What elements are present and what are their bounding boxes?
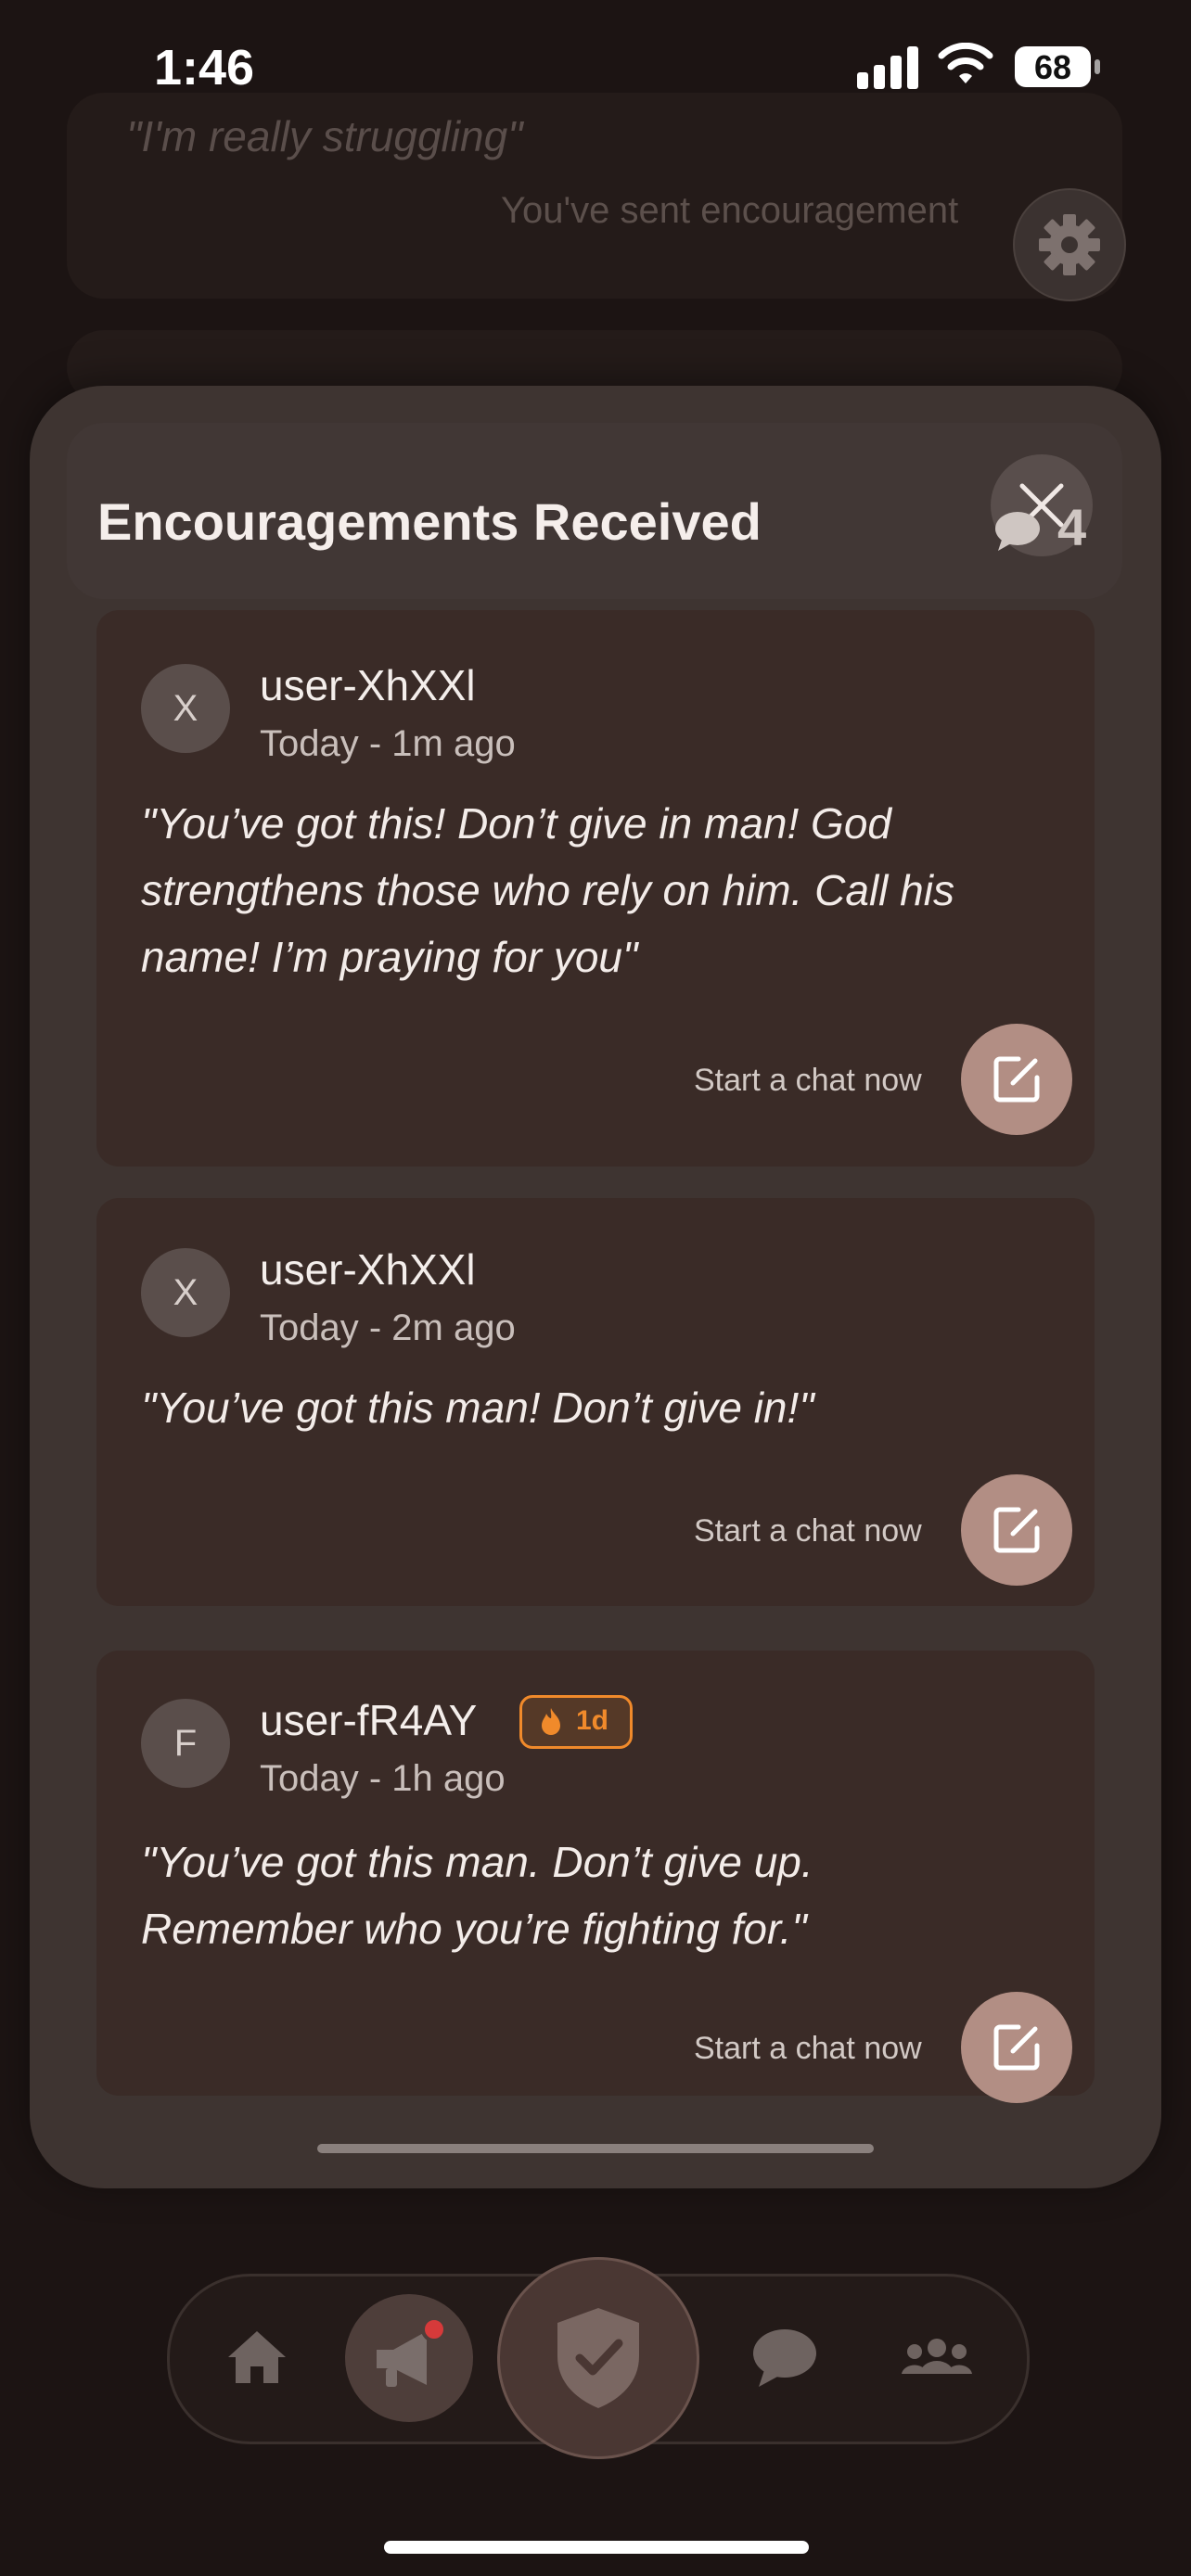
avatar: F	[141, 1699, 230, 1788]
timestamp: Today - 1m ago	[260, 723, 516, 764]
username: user-XhXXl	[260, 1245, 476, 1294]
start-chat-label[interactable]: Start a chat now	[694, 1513, 922, 1549]
sheet-scroll-indicator[interactable]	[317, 2144, 874, 2153]
streak-badge: 1d	[519, 1695, 633, 1749]
tab-home[interactable]	[215, 2320, 299, 2394]
background-sent-label: You've sent encouragement	[501, 190, 959, 231]
start-chat-button[interactable]	[961, 1474, 1072, 1586]
timestamp: Today - 1h ago	[260, 1758, 506, 1799]
username: user-XhXXl	[260, 661, 476, 709]
home-icon	[228, 2331, 286, 2383]
encouragement-message: "You’ve got this man. Don’t give up. Rem…	[141, 1838, 813, 1953]
tab-community[interactable]	[892, 2320, 981, 2394]
username: user-fR4AY	[260, 1696, 478, 1744]
chat-bubble-icon	[995, 512, 1040, 551]
battery-tip	[1095, 59, 1100, 74]
signal-icon	[857, 45, 920, 89]
background-post-quote: "I'm really struggling"	[126, 112, 523, 160]
megaphone-icon	[377, 2316, 447, 2387]
settings-button[interactable]	[1013, 188, 1126, 301]
streak-badge-label: 1d	[576, 1705, 609, 1736]
start-chat-button[interactable]	[961, 1024, 1072, 1135]
group-icon	[902, 2339, 972, 2374]
chat-bubble-icon	[753, 2329, 816, 2387]
encouragement-count-value: 4	[1057, 498, 1087, 556]
compose-icon	[993, 1056, 1040, 1103]
fire-icon	[542, 1708, 560, 1735]
status-time: 1:46	[154, 40, 255, 96]
start-chat-label[interactable]: Start a chat now	[694, 2031, 922, 2067]
encouragement-message: "You’ve got this man! Don’t give in!"	[141, 1384, 814, 1432]
tab-announce[interactable]	[345, 2294, 473, 2422]
wifi-icon	[937, 42, 994, 92]
shield-check-icon	[557, 2308, 639, 2408]
tab-shield[interactable]	[497, 2257, 699, 2459]
start-chat-button[interactable]	[961, 1992, 1072, 2103]
avatar: X	[141, 1248, 230, 1337]
home-indicator	[384, 2541, 809, 2554]
battery-level: 68	[1033, 48, 1072, 86]
avatar: X	[141, 664, 230, 753]
tab-chat[interactable]	[742, 2320, 826, 2394]
battery-icon: 68	[1015, 46, 1091, 87]
gear-icon	[1039, 214, 1100, 275]
compose-icon	[993, 2024, 1040, 2071]
timestamp: Today - 2m ago	[260, 1307, 516, 1348]
encouragement-message: "You’ve got this! Don’t give in man! God…	[141, 799, 954, 981]
start-chat-label[interactable]: Start a chat now	[694, 1063, 922, 1099]
sheet-title: Encouragements Received	[97, 492, 762, 551]
compose-icon	[993, 1507, 1040, 1553]
